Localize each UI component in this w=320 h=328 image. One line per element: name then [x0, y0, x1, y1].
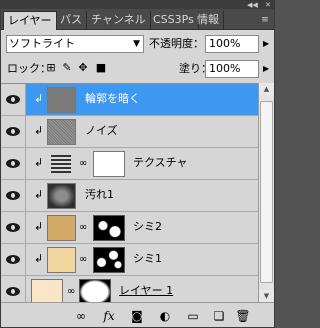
eye-icon[interactable] [6, 159, 20, 168]
layer-name[interactable]: テクスチャ [133, 156, 188, 170]
layer-mask-thumbnail [93, 151, 125, 177]
visibility-toggle[interactable] [1, 212, 26, 243]
fill-arrow-icon[interactable]: ▶ [263, 60, 269, 78]
clip-arrow-icon: ↲ [34, 220, 44, 233]
visibility-toggle[interactable] [1, 148, 26, 179]
collapse-icon[interactable]: ◀◀ [247, 1, 258, 9]
layer-row[interactable]: ∞ レイヤー 1 [1, 276, 258, 302]
link-icon[interactable]: ∞ [79, 222, 87, 234]
opacity-label: 不透明度： [149, 37, 204, 50]
lock-row: ロック： ⊞ ✎ ✥ ■ 塗り： 100% ▶ [1, 57, 274, 83]
clip-arrow-icon: ↲ [34, 156, 44, 169]
clip-arrow-icon: ↲ [34, 124, 44, 137]
fx-icon[interactable]: fx [101, 308, 117, 324]
tab-channels[interactable]: チャンネル [87, 11, 151, 30]
visibility-toggle[interactable] [1, 244, 26, 275]
layer-name[interactable]: レイヤー 1 [119, 284, 173, 298]
blend-row: ソフトライト ▼ 不透明度： 100% ▶ [1, 31, 274, 57]
layer-thumbnail [47, 247, 76, 273]
layer-row[interactable]: ↲ ノイズ [1, 116, 258, 148]
layer-name[interactable]: シミ1 [133, 252, 162, 266]
layer-thumbnail [47, 183, 76, 209]
opacity-field[interactable]: 100% [205, 35, 259, 53]
adjustment-icon[interactable]: ◐ [157, 308, 173, 324]
blend-mode-value: ソフトライト [9, 37, 75, 50]
panel-menu-icon[interactable]: ≡ [259, 15, 271, 25]
layer-thumbnail [47, 215, 76, 241]
tab-css3ps[interactable]: CSS3Ps [149, 11, 199, 30]
blend-mode-dropdown[interactable]: ソフトライト ▼ [6, 35, 144, 53]
layers-scrollbar[interactable]: ▲ ▼ [258, 83, 274, 302]
tab-paths[interactable]: パス [56, 11, 87, 30]
tab-layers[interactable]: レイヤー [3, 11, 57, 30]
clip-arrow-icon: ↲ [34, 252, 44, 265]
panel-titlebar: ◀◀ ✕ [1, 1, 274, 9]
visibility-toggle[interactable] [1, 180, 26, 211]
layer-row[interactable]: ↲ 輪郭を暗く [1, 84, 258, 116]
mask-icon[interactable]: ◙ [129, 308, 145, 324]
layers-panel: ◀◀ ✕ レイヤー パス チャンネル CSS3Ps 情報 ≡ ソフトライト ▼ … [0, 0, 275, 328]
eye-icon[interactable] [6, 287, 20, 296]
visibility-toggle[interactable] [1, 116, 26, 147]
eye-icon[interactable] [6, 223, 20, 232]
visibility-toggle[interactable] [1, 276, 26, 302]
scroll-up-icon[interactable]: ▲ [259, 83, 274, 95]
lock-transparent-icon[interactable]: ⊞ [45, 62, 57, 74]
chevron-down-icon: ▼ [133, 39, 140, 49]
eye-icon[interactable] [6, 95, 20, 104]
layer-row[interactable]: ↲ ∞ シミ2 [1, 212, 258, 244]
layer-row[interactable]: ↲ 汚れ1 [1, 180, 258, 212]
layer-row[interactable]: ↲ ∞ シミ1 [1, 244, 258, 276]
lock-move-icon[interactable]: ✥ [77, 62, 89, 74]
layer-thumbnail [47, 119, 76, 145]
eye-icon[interactable] [6, 255, 20, 264]
opacity-arrow-icon[interactable]: ▶ [263, 35, 269, 53]
layer-name[interactable]: 輪郭を暗く [85, 92, 140, 106]
eye-icon[interactable] [6, 127, 20, 136]
layer-mask-thumbnail [79, 279, 111, 302]
tab-bar: レイヤー パス チャンネル CSS3Ps 情報 ≡ [1, 9, 274, 30]
scroll-down-icon[interactable]: ▼ [259, 290, 274, 302]
layer-row[interactable]: ↲ ∞ テクスチャ [1, 148, 258, 180]
layer-thumbnail [31, 279, 63, 302]
layer-name[interactable]: 汚れ1 [85, 188, 114, 202]
scrollbar-thumb[interactable] [260, 101, 273, 283]
folder-icon[interactable]: ▭ [185, 308, 201, 324]
layers-list: ↲ 輪郭を暗く ↲ ノイズ ↲ ∞ テクスチャ ↲ 汚れ1 ↲ ∞ シミ2 ↲ … [1, 83, 274, 302]
eye-icon[interactable] [6, 191, 20, 200]
tab-info[interactable]: 情報 [193, 11, 224, 30]
trash-icon[interactable]: 🗑 [235, 308, 251, 324]
lock-paint-icon[interactable]: ✎ [61, 62, 73, 74]
pattern-fill-icon [51, 155, 71, 173]
link-icon[interactable]: ∞ [73, 308, 89, 324]
layer-name[interactable]: ノイズ [85, 124, 118, 138]
fill-field[interactable]: 100% [205, 60, 259, 78]
clip-arrow-icon: ↲ [34, 92, 44, 105]
close-icon[interactable]: ✕ [265, 1, 271, 9]
layer-mask-thumbnail [93, 247, 125, 273]
link-icon[interactable]: ∞ [79, 158, 87, 170]
layer-name[interactable]: シミ2 [133, 220, 162, 234]
panel-footer: ∞ fx ◙ ◐ ▭ ❏ 🗑 [1, 302, 274, 327]
visibility-toggle[interactable] [1, 84, 26, 115]
link-icon[interactable]: ∞ [67, 286, 75, 298]
new-layer-icon[interactable]: ❏ [211, 308, 227, 324]
lock-all-icon[interactable]: ■ [95, 62, 107, 74]
layer-thumbnail [47, 87, 76, 113]
link-icon[interactable]: ∞ [79, 254, 87, 266]
layer-mask-thumbnail [93, 215, 125, 241]
clip-arrow-icon: ↲ [34, 188, 44, 201]
